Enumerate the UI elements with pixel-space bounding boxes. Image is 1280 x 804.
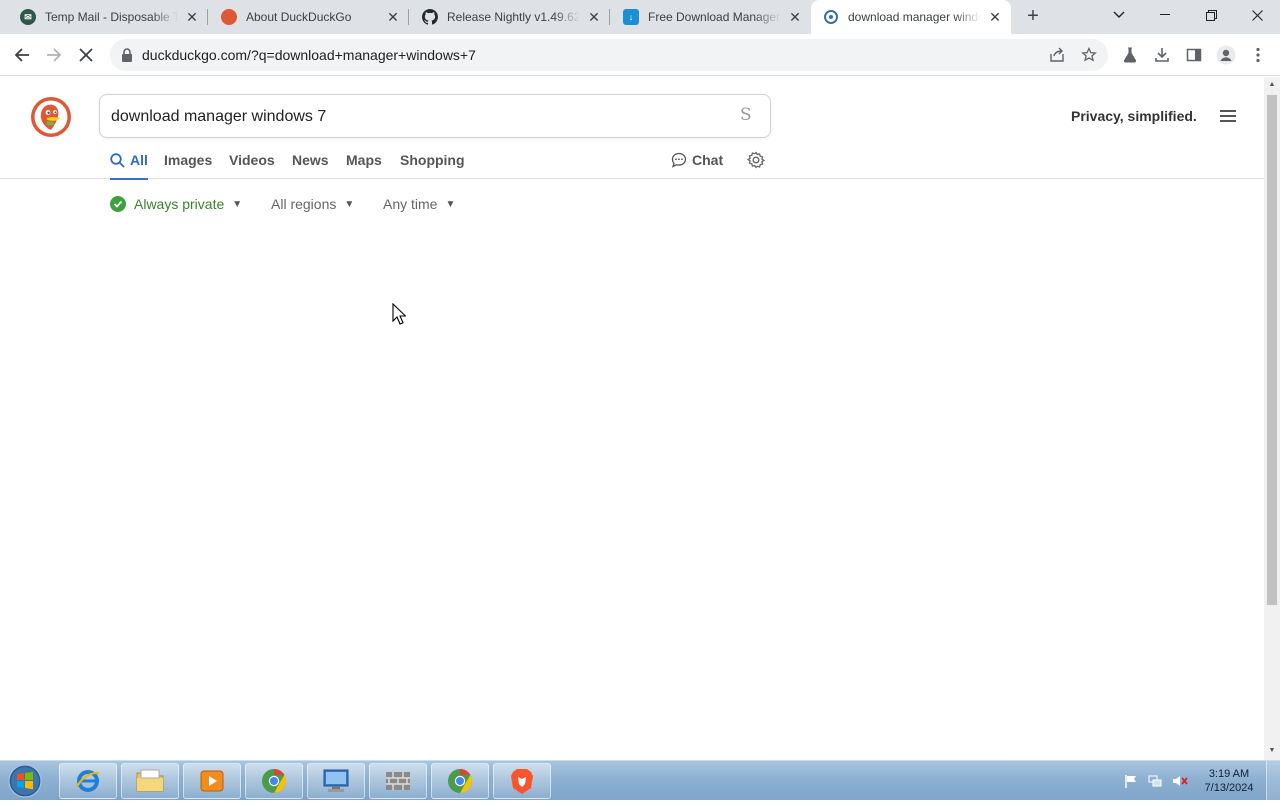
browser-tab-github-release[interactable]: Release Nightly v1.49.62 ✕ [410,0,610,34]
close-tab-icon[interactable]: ✕ [586,9,602,25]
tab-title: download manager windows 7 [848,10,981,24]
duckduckgo-icon [823,9,839,25]
chrome-icon[interactable] [245,763,303,799]
checkmark-icon [110,196,126,212]
url-text[interactable]: duckduckgo.com/?q=download+manager+windo… [142,47,476,63]
file-explorer-icon[interactable] [121,763,179,799]
clock-date: 7/13/2024 [1204,782,1254,794]
chat-bubble-icon [671,152,687,168]
chrome-icon[interactable] [431,763,489,799]
close-tab-icon[interactable]: ✕ [385,9,401,25]
close-window-button[interactable] [1234,0,1280,30]
scroll-down-arrow-icon[interactable]: ▼ [1268,747,1276,755]
close-tab-icon[interactable]: ✕ [987,9,1003,25]
tab-search-icon[interactable] [1096,0,1142,30]
tab-videos[interactable]: Videos [229,152,275,168]
volume-muted-icon[interactable] [1172,774,1188,788]
close-tab-icon[interactable]: ✕ [184,9,200,25]
tab-label: Maps [346,152,382,168]
tab-title: Temp Mail - Disposable Temporary Email [45,10,178,24]
browser-tab-active-search[interactable]: download manager windows 7 ✕ [811,0,1011,34]
system-clock[interactable]: 3:19 AM 7/13/2024 [1196,767,1262,795]
tab-maps[interactable]: Maps [346,152,382,168]
chat-button[interactable]: Chat [671,152,723,168]
tab-label: All [130,152,148,168]
search-vertical-tabs: All Images Videos News Maps Shopping Cha… [0,144,1264,180]
filter-label: All regions [271,196,337,212]
tab-strip: ✉ Temp Mail - Disposable Temporary Email… [0,0,1280,34]
browser-tab-tempmail[interactable]: ✉ Temp Mail - Disposable Temporary Email… [8,0,208,34]
tagline[interactable]: Privacy, simplified. [1071,108,1197,124]
tab-label: Videos [229,152,275,168]
restore-button[interactable] [1188,0,1234,30]
tab-label: Shopping [400,152,465,168]
settings-gear-icon[interactable] [746,151,766,169]
tab-all[interactable]: All [110,152,148,180]
tab-images[interactable]: Images [164,152,212,168]
tab-title: Release Nightly v1.49.62 [447,10,580,24]
github-icon [422,9,438,25]
close-tab-icon[interactable]: ✕ [787,9,803,25]
dropdown-arrow-icon: ▼ [344,198,355,210]
clock-time: 3:19 AM [1208,768,1250,780]
firewall-icon[interactable] [369,763,427,799]
remote-desktop-icon[interactable] [307,763,365,799]
side-panel-icon[interactable] [1184,45,1204,65]
dropdown-arrow-icon: ▼ [445,198,456,210]
tab-title: Free Download Manager [648,10,781,24]
show-desktop-button[interactable] [1266,761,1280,801]
mouse-cursor-icon [392,302,407,325]
region-filter[interactable]: All regions ▼ [271,196,354,212]
profile-avatar-icon[interactable] [1216,45,1236,65]
browser-tab-free-download-manager[interactable]: ↓ Free Download Manager ✕ [611,0,811,34]
address-bar[interactable]: duckduckgo.com/?q=download+manager+windo… [110,39,1108,71]
chat-label: Chat [692,152,724,168]
minimize-button[interactable] [1142,0,1188,30]
bookmark-star-icon[interactable] [1080,46,1098,64]
windows-taskbar: 3:19 AM 7/13/2024 [0,760,1280,801]
media-player-icon[interactable] [183,763,241,799]
duckduckgo-icon [221,9,237,25]
stop-loading-button[interactable] [74,43,98,67]
tab-label: News [292,152,329,168]
fdm-icon: ↓ [623,9,639,25]
filter-label: Any time [383,196,438,212]
tempmail-icon: ✉ [20,9,36,25]
search-extension-s-icon[interactable]: S [740,105,752,125]
tab-shopping[interactable]: Shopping [400,152,465,168]
browser-toolbar: duckduckgo.com/?q=download+manager+windo… [0,34,1280,76]
search-input[interactable] [111,106,711,128]
network-icon[interactable] [1148,774,1162,788]
brave-icon[interactable] [493,763,551,799]
back-button[interactable] [10,43,34,67]
browser-tab-about-duckduckgo[interactable]: About DuckDuckGo ✕ [209,0,409,34]
time-filter[interactable]: Any time ▼ [383,196,455,212]
hamburger-menu-icon[interactable] [1220,110,1236,122]
filter-label: Always private [134,196,225,212]
browser-menu-icon[interactable] [1248,45,1268,65]
new-tab-button[interactable]: + [1022,6,1044,28]
internet-explorer-icon[interactable] [59,763,117,799]
page-scrollbar[interactable]: ▲ ▼ [1264,77,1280,760]
share-icon[interactable] [1048,46,1066,64]
scrollbar-thumb[interactable] [1267,95,1277,605]
duckduckgo-logo[interactable] [30,96,72,138]
lock-icon[interactable] [120,47,136,63]
tab-label: Images [164,152,213,168]
tab-news[interactable]: News [292,152,329,168]
search-icon [110,152,125,168]
scroll-up-arrow-icon[interactable]: ▲ [1268,81,1276,89]
start-button[interactable] [5,763,47,799]
downloads-icon[interactable] [1152,45,1172,65]
extension-flask-icon[interactable] [1120,45,1140,65]
search-results-page: S Privacy, simplified. All Images Videos… [0,77,1264,760]
search-box[interactable] [99,94,771,138]
tab-title: About DuckDuckGo [246,10,352,24]
action-center-flag-icon[interactable] [1124,774,1138,788]
safe-search-filter[interactable]: Always private ▼ [110,196,242,212]
dropdown-arrow-icon: ▼ [232,198,243,210]
forward-button[interactable] [42,43,66,67]
